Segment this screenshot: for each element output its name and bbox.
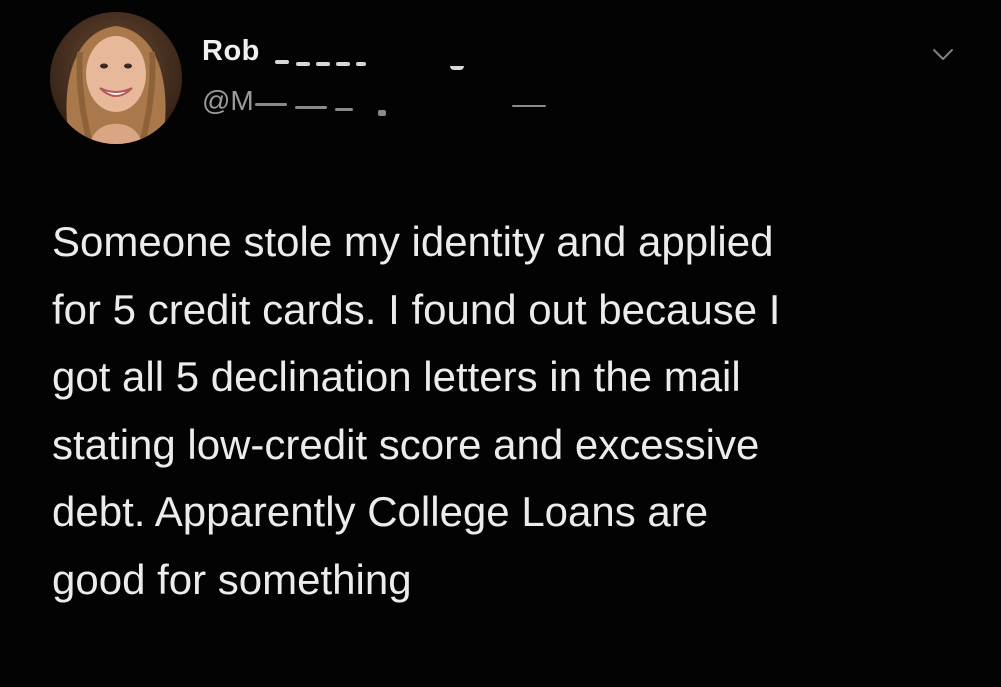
handle-redaction-mark xyxy=(255,103,287,106)
name-redaction-mark xyxy=(296,62,310,66)
name-redaction-mark xyxy=(336,62,350,66)
handle-redaction-mark xyxy=(335,108,353,111)
handle-redaction-mark xyxy=(512,105,546,107)
handle-redaction-mark xyxy=(378,110,386,116)
user-handle[interactable]: @M xyxy=(202,85,254,117)
tweet-text: Someone stole my identity and applied fo… xyxy=(52,218,781,603)
name-redaction-mark xyxy=(450,66,464,70)
name-redaction-mark xyxy=(356,62,366,66)
name-redaction-mark xyxy=(316,62,330,66)
display-name[interactable]: Rob xyxy=(202,35,260,68)
handle-redaction-mark xyxy=(295,106,327,109)
name-redaction-mark xyxy=(275,60,289,64)
avatar[interactable] xyxy=(50,12,182,144)
tweet-card: Rob @M Someone stole my identity and app… xyxy=(0,0,1001,687)
chevron-down-icon[interactable] xyxy=(928,44,958,64)
avatar-photo xyxy=(50,12,182,144)
